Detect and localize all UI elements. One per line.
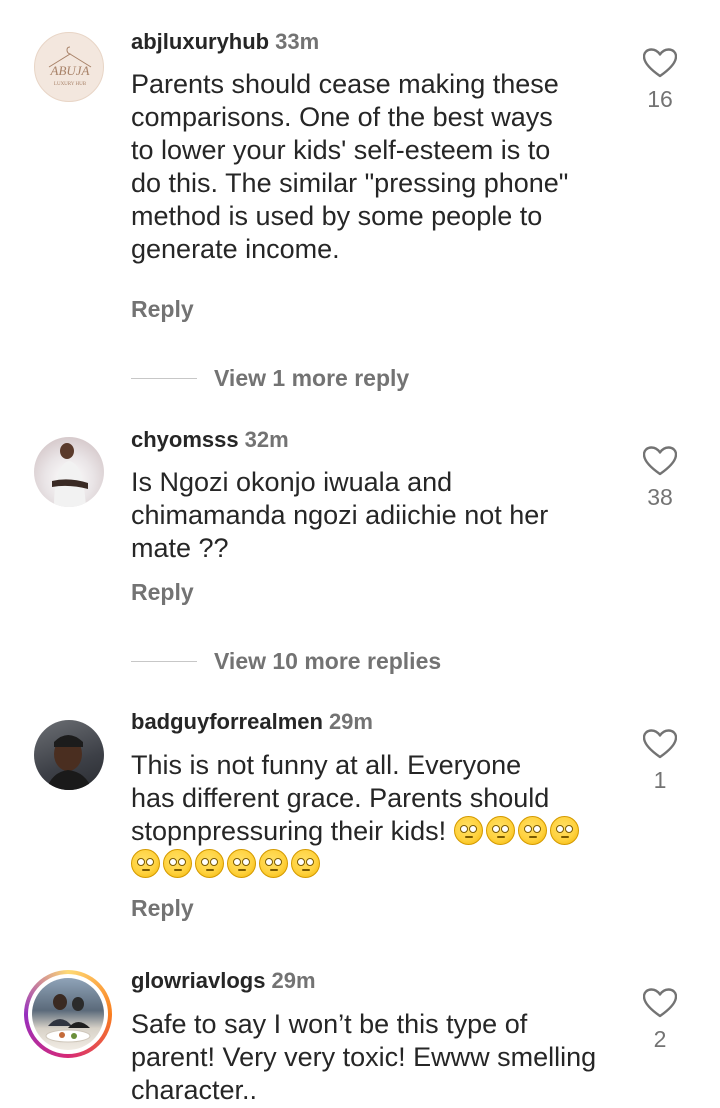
divider-line	[131, 660, 197, 662]
rolling-eyes-icon	[453, 816, 483, 845]
person-photo-icon	[46, 735, 92, 790]
rolling-eyes-icon	[485, 816, 515, 845]
view-more-replies[interactable]: View 1 more reply	[131, 363, 409, 393]
reply-button[interactable]: Reply	[131, 895, 194, 922]
comment-header: glowriavlogs 29m	[131, 968, 316, 994]
comment-line: do this. The similar "pressing phone"	[131, 168, 569, 198]
comment-line: chimamanda ngozi adiichie not her	[131, 500, 549, 530]
comment-header: chyomsss 32m	[131, 427, 289, 453]
avatar[interactable]: ABUJA LUXURY HUB	[34, 32, 104, 102]
comment-line: has different grace. Parents should	[131, 783, 550, 813]
comment-text: Is Ngozi okonjo iwuala and chimamanda ng…	[131, 466, 611, 565]
like-button[interactable]: 2	[630, 988, 690, 1053]
people-dining-photo-icon	[45, 994, 91, 1043]
comment-header: badguyforrealmen 29m	[131, 709, 373, 735]
heart-outline-icon	[643, 446, 677, 476]
comment-line: stopnpressuring their kids!	[131, 815, 611, 848]
like-count: 16	[647, 86, 673, 112]
rolling-eyes-icon	[517, 816, 547, 845]
username[interactable]: badguyforrealmen	[131, 709, 323, 734]
comment-line: mate ??	[131, 533, 229, 563]
comment-line: Is Ngozi okonjo iwuala and	[131, 467, 453, 497]
comment-line: This is not funny at all. Everyone	[131, 750, 522, 780]
avatar	[28, 974, 108, 1054]
view-more-label: View 10 more replies	[214, 647, 442, 674]
emoji-row-1	[453, 816, 582, 846]
hanger-logo-icon: ABUJA LUXURY HUB	[48, 46, 92, 87]
heart-outline-icon	[643, 988, 677, 1018]
svg-text:LUXURY HUB: LUXURY HUB	[54, 82, 87, 87]
comment-line: comparisons. One of the best ways	[131, 102, 553, 132]
reply-button[interactable]: Reply	[131, 296, 194, 323]
comment-line: Safe to say I won’t be this type of	[131, 1009, 528, 1039]
avatar-photo	[32, 978, 104, 1050]
view-more-replies[interactable]: View 10 more replies	[131, 646, 441, 676]
like-button[interactable]: 38	[630, 446, 690, 511]
avatar[interactable]	[34, 437, 104, 507]
person-photo-icon	[52, 443, 88, 507]
username[interactable]: abjluxuryhub	[131, 29, 269, 54]
timestamp: 32m	[244, 427, 289, 452]
comment-text: This is not funny at all. Everyone has d…	[131, 749, 611, 881]
svg-text:ABUJA: ABUJA	[50, 63, 90, 78]
rolling-eyes-icon	[227, 849, 256, 878]
like-button[interactable]: 16	[630, 48, 690, 113]
avatar[interactable]	[34, 720, 104, 790]
avatar-story-ring[interactable]	[24, 970, 112, 1058]
comment-line: character..	[131, 1075, 258, 1105]
timestamp: 33m	[275, 29, 320, 54]
username[interactable]: glowriavlogs	[131, 968, 265, 993]
comment-line: method is used by some people to	[131, 201, 543, 231]
like-count: 2	[653, 1026, 667, 1052]
rolling-eyes-icon	[195, 849, 224, 878]
timestamp: 29m	[271, 968, 316, 993]
like-button[interactable]: 1	[630, 729, 690, 794]
emoji-row-2	[131, 848, 611, 881]
like-count: 1	[653, 767, 667, 793]
reply-button[interactable]: Reply	[131, 579, 194, 606]
comment-line-text: stopnpressuring their kids!	[131, 816, 447, 846]
comment-text: Parents should cease making these compar…	[131, 68, 611, 266]
rolling-eyes-icon	[291, 849, 320, 878]
view-more-label: View 1 more reply	[214, 364, 410, 391]
comment-text: Safe to say I won’t be this type of pare…	[131, 1008, 611, 1107]
timestamp: 29m	[328, 709, 373, 734]
comment-line: generate income.	[131, 234, 340, 264]
rolling-eyes-icon	[163, 849, 192, 878]
username[interactable]: chyomsss	[131, 427, 239, 452]
rolling-eyes-icon	[549, 816, 579, 845]
like-count: 38	[647, 484, 673, 510]
heart-outline-icon	[643, 48, 677, 78]
comment-header: abjluxuryhub 33m	[131, 29, 319, 55]
rolling-eyes-icon	[131, 849, 160, 878]
rolling-eyes-icon	[259, 849, 288, 878]
divider-line	[131, 377, 197, 379]
comment-line: parent! Very very toxic! Ewww smelling	[131, 1042, 597, 1072]
comment-line: to lower your kids' self-esteem is to	[131, 135, 551, 165]
heart-outline-icon	[643, 729, 677, 759]
comment-line: Parents should cease making these	[131, 69, 559, 99]
